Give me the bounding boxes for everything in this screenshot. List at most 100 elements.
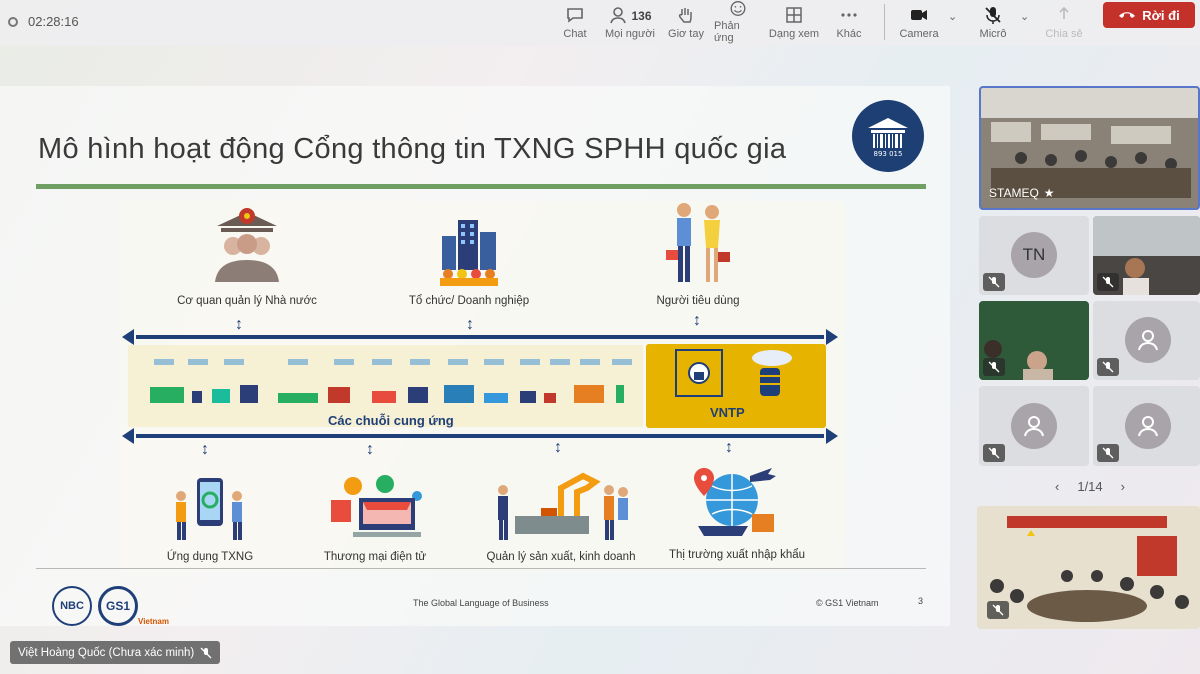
pin-icon: ★: [1043, 186, 1055, 200]
avatar: TN: [1011, 232, 1057, 278]
previous-page-chevron-icon[interactable]: ‹: [1055, 479, 1059, 494]
people-label: Mọi người: [604, 27, 656, 40]
mic-off-icon: [1097, 273, 1119, 291]
participant-tile-tn[interactable]: TN: [979, 216, 1089, 295]
mic-off-icon: [983, 273, 1005, 291]
toolbar-divider: [884, 4, 885, 40]
shoppers-icon: [666, 203, 730, 282]
building-barcode-icon: 893 015: [868, 118, 908, 158]
participant-tile-7[interactable]: [1093, 386, 1200, 466]
phone-hangup-icon: [1119, 12, 1136, 18]
participant-pager: ‹ 1/14 ›: [1055, 479, 1125, 494]
avatar: [1125, 403, 1171, 449]
participant-tile-video-2[interactable]: [1093, 216, 1200, 295]
connector-arrow: ↕: [235, 316, 243, 333]
meeting-timer: 02:28:16: [8, 14, 79, 29]
grid-icon: [786, 6, 802, 23]
chat-label: Chat: [563, 27, 587, 40]
barcode-logo: 893 015: [852, 100, 924, 172]
participant-tile-conference-room[interactable]: [977, 506, 1200, 629]
mic-off-icon: [987, 601, 1009, 619]
share-icon: [1059, 6, 1069, 19]
government-building-icon: [215, 208, 279, 282]
participant-name: STAMEQ: [989, 186, 1039, 200]
supply-chain-label: Các chuỗi cung ứng: [328, 413, 454, 428]
chat-button[interactable]: Chat: [560, 0, 590, 44]
raise-hand-button[interactable]: Giơ tay: [666, 0, 706, 44]
mic-off-icon: [985, 6, 1001, 24]
more-label: Khác: [836, 27, 862, 40]
nbc-logo: NBC: [52, 586, 92, 626]
connector-arrow: ↕: [725, 439, 733, 456]
slide-title: Mô hình hoạt động Cổng thông tin TXNG SP…: [38, 133, 787, 165]
secure-server-icon: [675, 349, 792, 397]
actor-import-export: Thị trường xuất nhập khẩu: [662, 464, 812, 561]
connector-arrow: ↕: [366, 441, 374, 458]
gs1-logo: GS1: [98, 586, 138, 626]
actor-ecommerce: Thương mại điện tử: [300, 474, 450, 563]
person-icon: [1024, 416, 1044, 437]
mic-options-chevron-icon[interactable]: ⌄: [1020, 10, 1029, 23]
view-button[interactable]: Dạng xem: [768, 0, 820, 44]
footer-copyright: © GS1 Vietnam: [816, 598, 879, 608]
mic-button[interactable]: Micrô: [976, 0, 1010, 44]
view-label: Dạng xem: [768, 27, 820, 40]
actor-traceability-app: Ứng dụng TXNG: [140, 474, 280, 563]
camera-button[interactable]: Camera: [898, 0, 940, 44]
meeting-toolbar: 02:28:16 Chat 136 Mọi người Giơ tay Phản…: [0, 0, 1200, 46]
smiley-icon: [730, 1, 746, 16]
chat-icon: [567, 7, 583, 23]
avatar: [1125, 317, 1171, 363]
camera-options-chevron-icon[interactable]: ⌄: [948, 10, 957, 23]
person-icon: [1138, 330, 1158, 351]
hand-icon: [678, 7, 692, 23]
share-label: Chia sẻ: [1045, 27, 1083, 40]
ellipsis-icon: [841, 12, 857, 17]
footer-divider: [36, 568, 926, 569]
actor-label: Thị trường xuất nhập khẩu: [668, 549, 806, 561]
react-button[interactable]: Phản ứng: [714, 0, 762, 44]
presenter-name: Việt Hoàng Quốc (Chưa xác minh): [18, 646, 195, 659]
avatar: [1011, 403, 1057, 449]
connector-arrow: ↕: [201, 441, 209, 458]
actor-label: Cơ quan quản lý Nhà nước: [177, 295, 317, 307]
person-icon: [610, 6, 627, 23]
react-label: Phản ứng: [714, 20, 740, 44]
participant-tile-main[interactable]: STAMEQ ★: [979, 86, 1200, 210]
participant-tile-5[interactable]: [1093, 301, 1200, 380]
office-tower-icon: [440, 220, 498, 286]
participant-tile-6[interactable]: [979, 386, 1089, 466]
actor-label: Quản lý sản xuất, kinh doanh: [486, 551, 636, 563]
mic-off-icon: [983, 444, 1005, 462]
participant-tile-video-3[interactable]: [979, 301, 1089, 380]
timer-text: 02:28:16: [28, 14, 79, 29]
leave-button[interactable]: Rời đi: [1103, 2, 1195, 28]
online-store-icon: [331, 475, 422, 537]
connector-arrow: ↕: [693, 312, 701, 329]
participant-name-stameq: STAMEQ ★: [989, 186, 1055, 200]
shield-icon: [8, 16, 18, 27]
avatar-initials: TN: [1022, 245, 1046, 264]
raise-hand-label: Giơ tay: [668, 27, 704, 40]
title-underline: [36, 184, 926, 189]
mic-off-icon: [983, 358, 1005, 376]
leave-label: Rời đi: [1142, 7, 1180, 23]
share-button[interactable]: Chia sẻ: [1044, 0, 1084, 44]
people-count: 136: [631, 9, 652, 23]
people-button[interactable]: 136 Mọi người: [604, 0, 656, 44]
shared-slide: Mô hình hoạt động Cổng thông tin TXNG SP…: [0, 86, 950, 626]
mic-off-icon: [200, 647, 212, 658]
camera-label: Camera: [899, 27, 939, 40]
connector-arrow: ↕: [466, 316, 474, 333]
actor-label: Thương mại điện tử: [323, 551, 427, 563]
phone-scan-icon: [176, 478, 242, 540]
gs1-vietnam-label: Vietnam: [138, 617, 169, 626]
next-page-chevron-icon[interactable]: ›: [1121, 479, 1125, 494]
more-button[interactable]: Khác: [834, 0, 864, 44]
actor-production-management: Quản lý sản xuất, kinh doanh: [476, 468, 646, 563]
pager-text: 1/14: [1077, 479, 1103, 494]
lower-data-bus: [122, 428, 838, 444]
upper-data-bus: [122, 329, 838, 345]
vntp-label: VNTP: [710, 405, 745, 420]
logo-code: 893 015: [874, 150, 903, 158]
